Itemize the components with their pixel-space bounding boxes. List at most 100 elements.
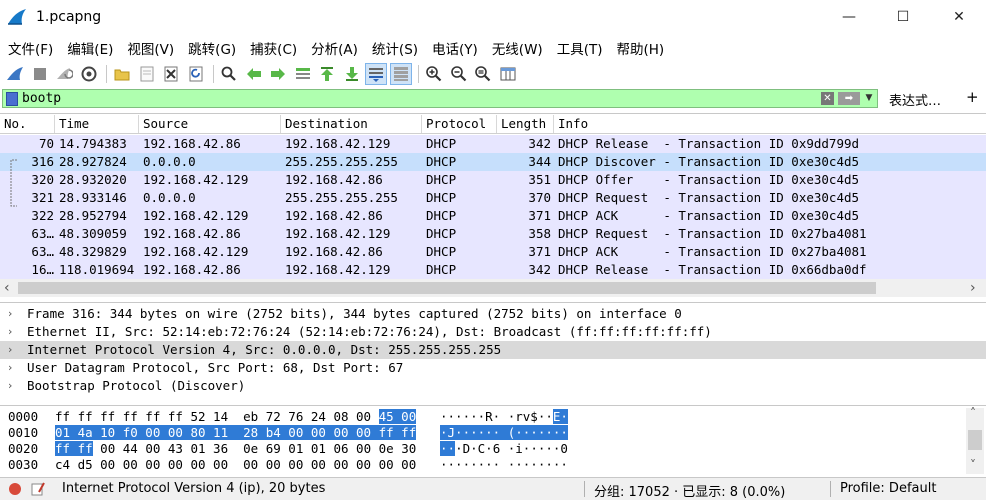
chevron-right-icon[interactable]: › [8, 359, 12, 377]
hex-bytes-highlighted: 45 00 [378, 409, 417, 424]
byte-offset: 0000 [8, 409, 39, 424]
cell-source: 192.168.42.86 [143, 226, 241, 241]
column-header-destination[interactable]: Destination [281, 115, 422, 133]
hex-row[interactable]: ff ff 00 44 00 43 01 36 0e 69 01 01 06 0… [55, 441, 416, 457]
scrollbar-thumb[interactable] [18, 282, 876, 294]
filter-history-dropdown[interactable]: ▼ [863, 92, 875, 105]
column-header-protocol[interactable]: Protocol [422, 115, 497, 133]
go-back-button[interactable] [243, 63, 265, 85]
ascii-row[interactable]: ······R· ·rv$··E· [440, 409, 568, 425]
shark-fin-icon [7, 67, 23, 80]
detail-row-frame[interactable]: › Frame 316: 344 bytes on wire (2752 bit… [0, 305, 986, 323]
detail-row-ipv4[interactable]: › Internet Protocol Version 4, Src: 0.0.… [0, 341, 986, 359]
restart-capture-button[interactable] [53, 63, 75, 85]
hex-row[interactable]: c4 d5 00 00 00 00 00 00 00 00 00 00 00 0… [55, 457, 416, 473]
go-to-packet-button[interactable] [292, 63, 314, 85]
ascii-row[interactable]: ········ ········ [440, 457, 568, 473]
bytes-vertical-scrollbar[interactable]: ˄ ˅ [966, 406, 984, 474]
column-header-info[interactable]: Info [554, 115, 986, 133]
detail-row-bootp[interactable]: › Bootstrap Protocol (Discover) [0, 377, 986, 395]
packet-row[interactable]: 316 28.927824 0.0.0.0 255.255.255.255 DHCP 34… [0, 153, 986, 171]
resize-columns-button[interactable] [497, 63, 519, 85]
add-filter-button[interactable]: + [966, 88, 979, 106]
packet-list-horizontal-scrollbar[interactable]: ‹ › [0, 279, 986, 297]
packet-count: 分组: 17052 · 已显示: 8 (0.0%) [594, 485, 786, 500]
maximize-button[interactable]: ☐ [880, 0, 926, 34]
go-forward-button[interactable] [267, 63, 289, 85]
zoom-out-button[interactable] [448, 63, 470, 85]
cell-length: 351 [528, 172, 551, 187]
menu-statistics[interactable]: 统计(S) [364, 38, 424, 58]
menu-telephony[interactable]: 电话(Y) [424, 38, 484, 58]
packet-row[interactable]: 321 28.933146 0.0.0.0 255.255.255.255 DHCP 37… [0, 189, 986, 207]
save-file-button[interactable] [136, 63, 158, 85]
packet-row[interactable]: 320 28.932020 192.168.42.129 192.168.42.86 D… [0, 171, 986, 189]
chevron-right-icon[interactable]: › [8, 305, 12, 323]
clear-filter-button[interactable]: ✕ [821, 92, 834, 105]
column-header-source[interactable]: Source [139, 115, 281, 133]
apply-filter-button[interactable]: ➡ [838, 92, 860, 105]
menu-tools[interactable]: 工具(T) [549, 38, 609, 58]
scroll-down-button[interactable]: ˅ [970, 458, 976, 472]
detail-row-ethernet[interactable]: › Ethernet II, Src: 52:14:eb:72:76:24 (5… [0, 323, 986, 341]
cell-protocol: DHCP [426, 226, 457, 241]
detail-row-udp[interactable]: › User Datagram Protocol, Src Port: 68, … [0, 359, 986, 377]
menu-file[interactable]: 文件(F) [0, 38, 59, 58]
scroll-left-button[interactable]: ‹ [4, 279, 10, 297]
arrow-left-icon [246, 68, 261, 80]
menu-analyze[interactable]: 分析(A) [303, 38, 364, 58]
stop-capture-button[interactable] [29, 63, 51, 85]
display-filter-field: ✕ ➡ ▼ [2, 89, 878, 108]
find-packet-button[interactable] [218, 63, 240, 85]
ascii-row[interactable]: ···D·C·6 ·i·····0 [440, 441, 568, 457]
menu-edit[interactable]: 编辑(E) [59, 38, 119, 58]
packet-row[interactable]: 322 28.952794 192.168.42.129 192.168.42.86 D… [0, 207, 986, 225]
packet-row[interactable]: 16… 118.019694 192.168.42.86 192.168.42.129… [0, 261, 986, 279]
expression-button[interactable]: 表达式… [889, 90, 941, 109]
zoom-in-button[interactable] [423, 63, 445, 85]
menu-help[interactable]: 帮助(H) [608, 38, 670, 58]
close-file-button[interactable] [160, 63, 182, 85]
scroll-right-button[interactable]: › [970, 279, 976, 297]
packet-row[interactable]: 63… 48.329829 192.168.42.129 192.168.42.86 D… [0, 243, 986, 261]
menu-capture[interactable]: 捕获(C) [242, 38, 303, 58]
menu-go[interactable]: 跳转(G) [180, 38, 242, 58]
ascii-row[interactable]: ·J······ (······· [440, 425, 568, 441]
capture-comment-icon[interactable] [30, 481, 46, 497]
profile-selector[interactable]: Profile: Default [840, 481, 936, 496]
menu-view[interactable]: 视图(V) [119, 38, 180, 58]
bookmark-icon[interactable] [6, 91, 18, 106]
autoscroll-button[interactable] [365, 63, 387, 85]
column-header-length[interactable]: Length [497, 115, 554, 133]
chevron-right-icon[interactable]: › [8, 341, 12, 359]
cell-protocol: DHCP [426, 244, 457, 259]
cell-time: 118.019694 [59, 262, 135, 277]
scrollbar-thumb[interactable] [968, 430, 982, 450]
open-file-button[interactable] [111, 63, 133, 85]
menu-bar: 文件(F) 编辑(E) 视图(V) 跳转(G) 捕获(C) 分析(A) 统计(S… [0, 36, 986, 60]
display-filter-input[interactable] [22, 91, 877, 106]
hex-row[interactable]: ff ff ff ff ff ff 52 14 eb 72 76 24 08 0… [55, 409, 417, 425]
last-packet-button[interactable] [341, 63, 363, 85]
chevron-right-icon[interactable]: › [8, 323, 12, 341]
packet-row[interactable]: 63… 48.309059 192.168.42.86 192.168.42.129 D… [0, 225, 986, 243]
capture-options-button[interactable] [78, 63, 100, 85]
first-packet-button[interactable] [316, 63, 338, 85]
hex-row[interactable]: 01 4a 10 f0 00 00 80 11 28 b4 00 00 00 0… [55, 425, 417, 441]
expert-info-icon[interactable] [8, 482, 22, 496]
cell-time: 48.309059 [59, 226, 127, 241]
reload-file-button[interactable] [185, 63, 207, 85]
menu-wireless[interactable]: 无线(W) [484, 38, 549, 58]
column-header-time[interactable]: Time [55, 115, 139, 133]
colorize-button[interactable] [389, 63, 412, 85]
minimize-button[interactable]: — [826, 0, 872, 34]
folder-icon [114, 69, 130, 81]
column-header-no[interactable]: No. [0, 115, 55, 133]
packet-row[interactable]: 70 14.794383 192.168.42.86 192.168.42.129 DH… [0, 135, 986, 153]
chevron-right-icon[interactable]: › [8, 377, 12, 395]
scroll-up-button[interactable]: ˄ [970, 406, 976, 420]
cell-source: 0.0.0.0 [143, 154, 196, 169]
normal-size-button[interactable] [472, 63, 494, 85]
close-button[interactable]: ✕ [936, 0, 982, 34]
start-capture-button[interactable] [4, 63, 26, 85]
